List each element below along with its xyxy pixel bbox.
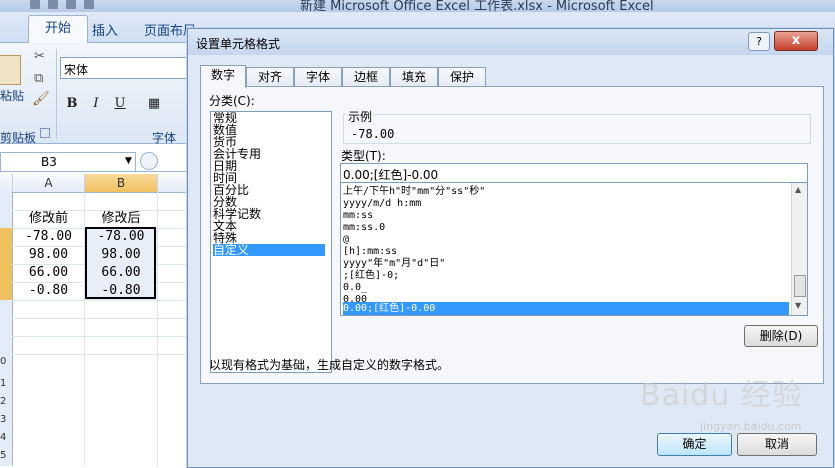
row-header-highlight [0,282,12,300]
selection-outline [85,227,156,299]
tab-alignment[interactable]: 对齐 [246,67,294,87]
row-header-highlight [0,228,12,246]
cell-a2[interactable]: 修改前 [13,210,84,228]
scroll-down-icon[interactable]: ▼ [795,301,801,310]
number-tab-panel: 分类(C): 常规 数值 货币 会计专用 日期 时间 百分比 分数 科学记数 文… [200,86,824,384]
row-header-highlight [0,246,12,264]
row-label[interactable]: 4 [0,432,6,443]
category-item-selected[interactable]: 自定义 [213,244,325,256]
sample-group-box [343,114,811,144]
dialog-title-bar[interactable]: 设置单元格格式 [188,29,833,55]
cut-icon[interactable]: ✂ [34,49,45,64]
name-box-value: B3 [41,155,57,169]
scrollbar-thumb[interactable] [794,275,806,297]
group-separator [56,49,57,139]
category-list[interactable]: 常规 数值 货币 会计专用 日期 时间 百分比 分数 科学记数 文本 特殊 自定… [210,111,332,373]
italic-button[interactable]: I [87,95,105,113]
tab-font[interactable]: 字体 [294,67,342,87]
chevron-down-icon[interactable]: ▼ [125,156,132,166]
tab-fill[interactable]: 填充 [390,67,438,87]
dialog-tabs: 数字 对齐 字体 边框 填充 保护 [200,65,530,88]
font-name-combo[interactable]: 宋体 [60,57,188,79]
help-button[interactable]: ? [748,32,770,51]
column-header-a[interactable]: A [13,174,85,192]
paste-icon [0,55,21,85]
border-icon[interactable]: ▦ [145,95,163,113]
format-painter-icon[interactable]: 🖌 [32,91,50,107]
copy-icon[interactable]: ⧉ [34,71,43,86]
row-label[interactable]: 2 [0,396,6,407]
type-label: 类型(T): [341,149,386,163]
grid-line [12,318,190,319]
cell-a6[interactable]: -0.80 [13,282,84,300]
row-label[interactable]: 1 [0,378,6,389]
tab-border[interactable]: 边框 [342,67,390,87]
format-item-selected[interactable]: 0.00;[红色]-0.00 [343,302,789,315]
grid-line [157,192,158,466]
sample-label: 示例 [346,108,375,125]
excel-window-title: 新建 Microsoft Office Excel 工作表.xlsx - Mic… [300,0,654,12]
cell-a4[interactable]: 98.00 [13,246,84,264]
select-all-corner[interactable] [0,174,13,192]
paste-button[interactable]: 粘贴 [0,55,24,105]
tab-home[interactable]: 开始 [28,15,88,43]
delete-button[interactable]: 删除(D) [744,325,818,347]
cancel-button[interactable]: 取消 [737,433,817,456]
ok-button[interactable]: 确定 [657,433,732,456]
column-header-b[interactable]: B [85,174,158,192]
clipboard-group-label: 剪贴板 [0,131,37,145]
scroll-up-icon[interactable]: ▲ [795,185,801,194]
grid-line [12,336,190,337]
format-code-list[interactable]: 上午/下午h"时"mm"分"ss"秒" yyyy/m/d h:mm mm:ss … [340,182,808,316]
column-headers: A B [0,174,190,193]
bold-button[interactable]: B [63,95,81,113]
cell-a3[interactable]: -78.00 [13,228,84,246]
dialog-title: 设置单元格格式 [196,37,281,51]
excel-title-bar: 新建 Microsoft Office Excel 工作表.xlsx - Mic… [0,0,835,12]
row-headers: 0 1 2 3 4 5 [0,192,13,466]
name-box[interactable]: B3 ▼ [0,152,136,172]
tab-number[interactable]: 数字 [200,65,246,88]
format-list-scrollbar[interactable]: ▲ ▼ [791,183,807,315]
close-button[interactable]: x [774,31,818,51]
sample-value: -78.00 [351,127,395,141]
font-group-label: 字体 [152,131,177,145]
type-input[interactable]: 0.00;[红色]-0.00 [340,163,808,183]
row-label[interactable]: 0 [0,356,6,367]
formula-bar-handle[interactable] [140,152,158,170]
quick-access-toolbar[interactable] [30,0,140,10]
row-header-highlight [0,264,12,282]
clipboard-launcher-icon[interactable] [40,128,50,138]
tab-insert[interactable]: 插入 [92,20,118,39]
row-label[interactable]: 3 [0,414,6,425]
grid-line [12,300,190,301]
watermark-logo: Baidu 经验 [640,378,803,413]
grid-line [12,354,190,355]
format-description: 以现有格式为基础，生成自定义的数字格式。 [209,358,450,372]
watermark-url: jingyan.baidu.com [700,420,802,433]
formula-bar-divider [0,171,190,172]
cell-a5[interactable]: 66.00 [13,264,84,282]
underline-button[interactable]: U [111,95,129,113]
row-label[interactable]: 5 [0,450,6,461]
paste-label: 粘贴 [0,89,25,103]
cell-b2[interactable]: 修改后 [85,210,157,228]
category-label: 分类(C): [209,94,255,108]
tab-protection[interactable]: 保护 [438,67,486,87]
type-input-value: 0.00;[红色]-0.00 [343,168,439,182]
font-name-value: 宋体 [64,63,89,77]
